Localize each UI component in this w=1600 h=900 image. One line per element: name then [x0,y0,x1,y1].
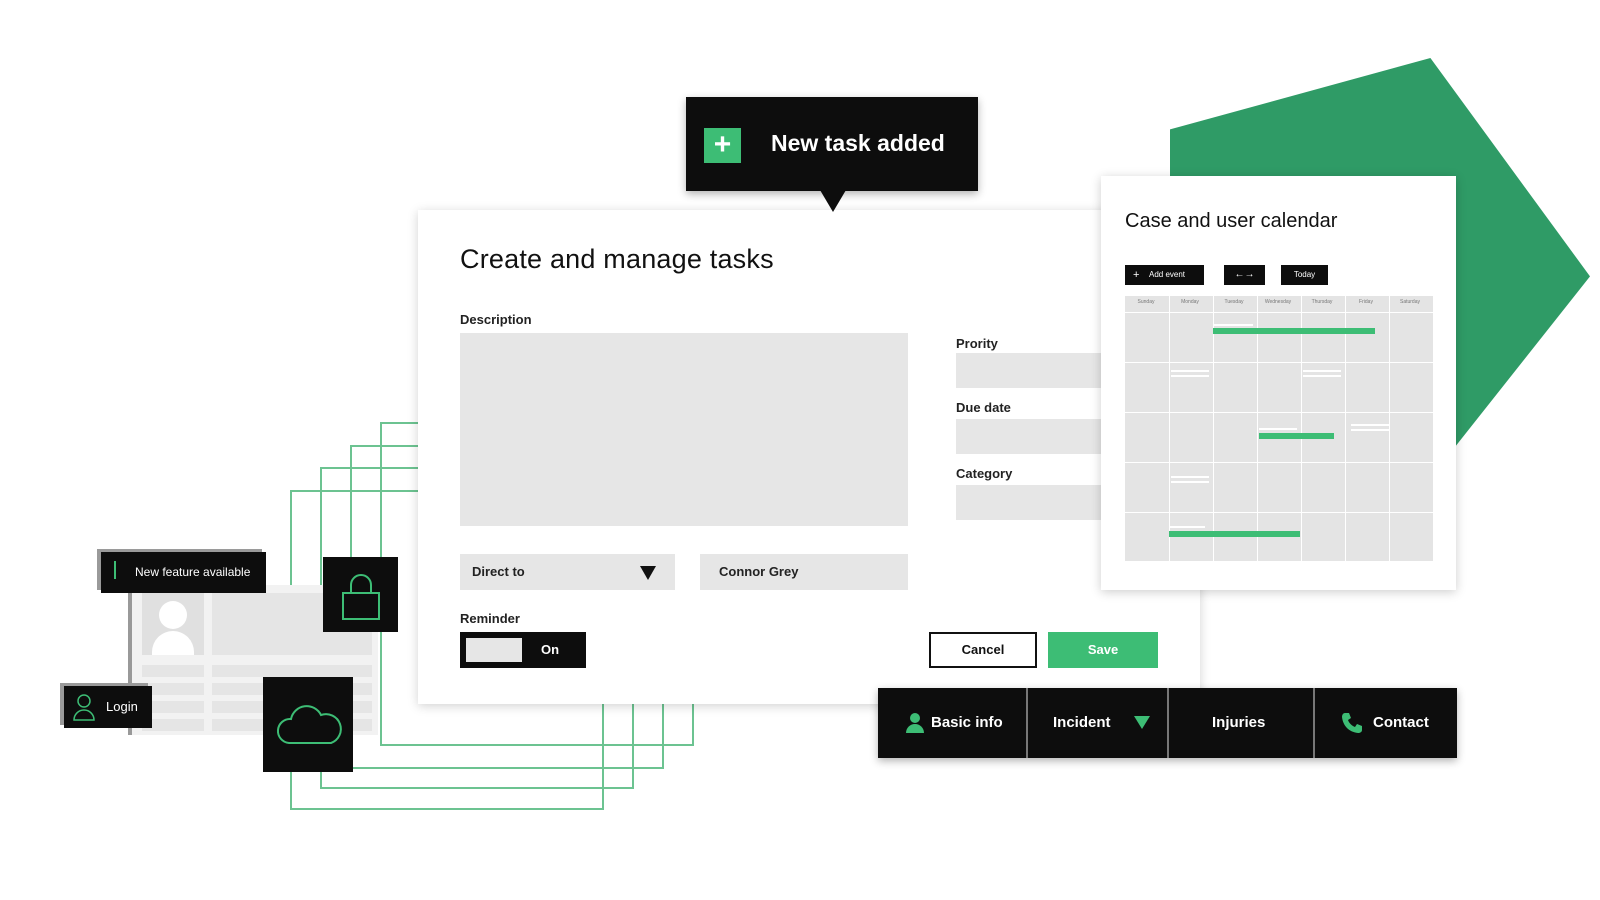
grid-line [1169,296,1170,561]
day-name: Tuesday [1224,299,1244,305]
grid-line [1213,296,1214,561]
new-feature-notification[interactable]: New feature available [101,552,266,593]
toggle-state-label: On [541,642,560,657]
grid-line [1257,296,1258,561]
page-title: Create and manage tasks [460,244,774,274]
nav-item-basic-info[interactable]: Basic info [878,688,1026,758]
calendar-event-marker [1303,370,1341,372]
add-event-label: Add event [1149,270,1186,279]
login-label: Login [106,699,138,714]
user-icon [73,694,95,721]
chevron-down-icon [1134,716,1150,729]
reminder-toggle[interactable]: On [460,632,586,668]
calendar-event-marker [1171,476,1209,478]
grid-line [1125,512,1433,513]
assignee-field[interactable]: Connor Grey [700,554,908,590]
prev-next-button[interactable]: ←→ [1224,265,1265,285]
grid-line [1125,412,1433,413]
chevron-down-icon [640,566,656,580]
profile-field [212,665,372,677]
toast-notification: + New task added [686,97,978,191]
calendar-event-marker [1169,526,1205,528]
avatar-body-icon [152,631,194,655]
calendar-event[interactable] [1213,328,1375,334]
avatar-head-icon [159,601,187,629]
person-icon [906,713,924,733]
calendar-event-marker [1351,429,1389,431]
phone-icon [1342,713,1362,733]
calendar-event-marker [1171,375,1209,377]
grid-line [1125,362,1433,363]
direct-to-label: Direct to [472,564,525,579]
nav-item-incident[interactable]: Incident [1028,688,1167,758]
grid-line [1125,312,1433,313]
avatar-placeholder [142,593,204,655]
direct-to-select[interactable]: Direct to [460,554,675,590]
assignee-value: Connor Grey [719,564,799,579]
new-feature-label: New feature available [135,565,251,579]
task-panel: Create and manage tasks Description Pror… [418,210,1200,704]
reminder-label: Reminder [460,611,520,626]
description-field[interactable] [460,333,908,526]
plus-icon: + [704,128,741,163]
toggle-track [466,638,522,662]
day-name: Wednesday [1264,299,1292,305]
category-label: Category [956,466,1013,481]
add-icon: + [1133,269,1140,281]
toast-pointer [820,190,846,212]
lock-tile[interactable] [323,557,398,632]
calendar-event-marker [1171,481,1209,483]
category-field[interactable] [956,485,1106,520]
login-tag[interactable]: Login [64,686,152,728]
priority-field[interactable] [956,353,1106,388]
nav-label: Contact [1373,714,1429,731]
day-name: Sunday [1137,299,1155,305]
nav-label: Injuries [1212,714,1266,731]
grid-line [1125,462,1433,463]
calendar-event-marker [1171,370,1209,372]
grid-line [1389,296,1390,561]
grid-line [1301,296,1302,561]
cloud-icon [277,705,342,744]
priority-label: Prority [956,336,998,351]
nav-item-injuries[interactable]: Injuries [1169,688,1313,758]
today-label: Today [1293,270,1316,279]
cloud-tile[interactable] [263,677,353,772]
description-label: Description [460,312,532,327]
calendar-panel: Case and user calendar + Add event ←→ To… [1101,176,1456,590]
calendar-event[interactable] [1259,433,1334,439]
calendar-grid: Sunday Monday Tuesday Wednesday Thursday… [1125,296,1433,561]
cancel-button[interactable]: Cancel [929,632,1037,668]
lock-icon [342,574,380,620]
nav-item-contact[interactable]: Contact [1315,688,1457,758]
day-name: Monday [1181,299,1199,305]
calendar-event[interactable] [1169,531,1300,537]
exclamation-icon [114,561,116,579]
nav-label: Basic info [931,714,1003,731]
calendar-title: Case and user calendar [1125,210,1338,232]
save-button[interactable]: Save [1048,632,1158,668]
grid-line [1345,296,1346,561]
today-button[interactable]: Today [1281,265,1328,285]
calendar-event-marker [1303,375,1341,377]
profile-field [142,665,204,677]
cancel-label: Cancel [961,642,1005,657]
save-label: Save [1087,642,1119,657]
due-date-field[interactable] [956,419,1106,454]
calendar-event-marker [1213,324,1253,326]
day-name: Saturday [1399,299,1420,305]
add-event-button[interactable]: + Add event [1125,265,1204,285]
nav-label: Incident [1053,714,1111,731]
arrows-icon: ←→ [1234,269,1255,280]
calendar-event-marker [1259,428,1297,430]
due-date-label: Due date [956,400,1011,415]
day-name: Thursday [1311,299,1333,305]
bottom-nav: Basic info Incident Injuries Contact [878,688,1457,758]
calendar-event-marker [1351,424,1389,426]
day-name: Friday [1359,299,1373,305]
toast-message: New task added [771,130,945,156]
